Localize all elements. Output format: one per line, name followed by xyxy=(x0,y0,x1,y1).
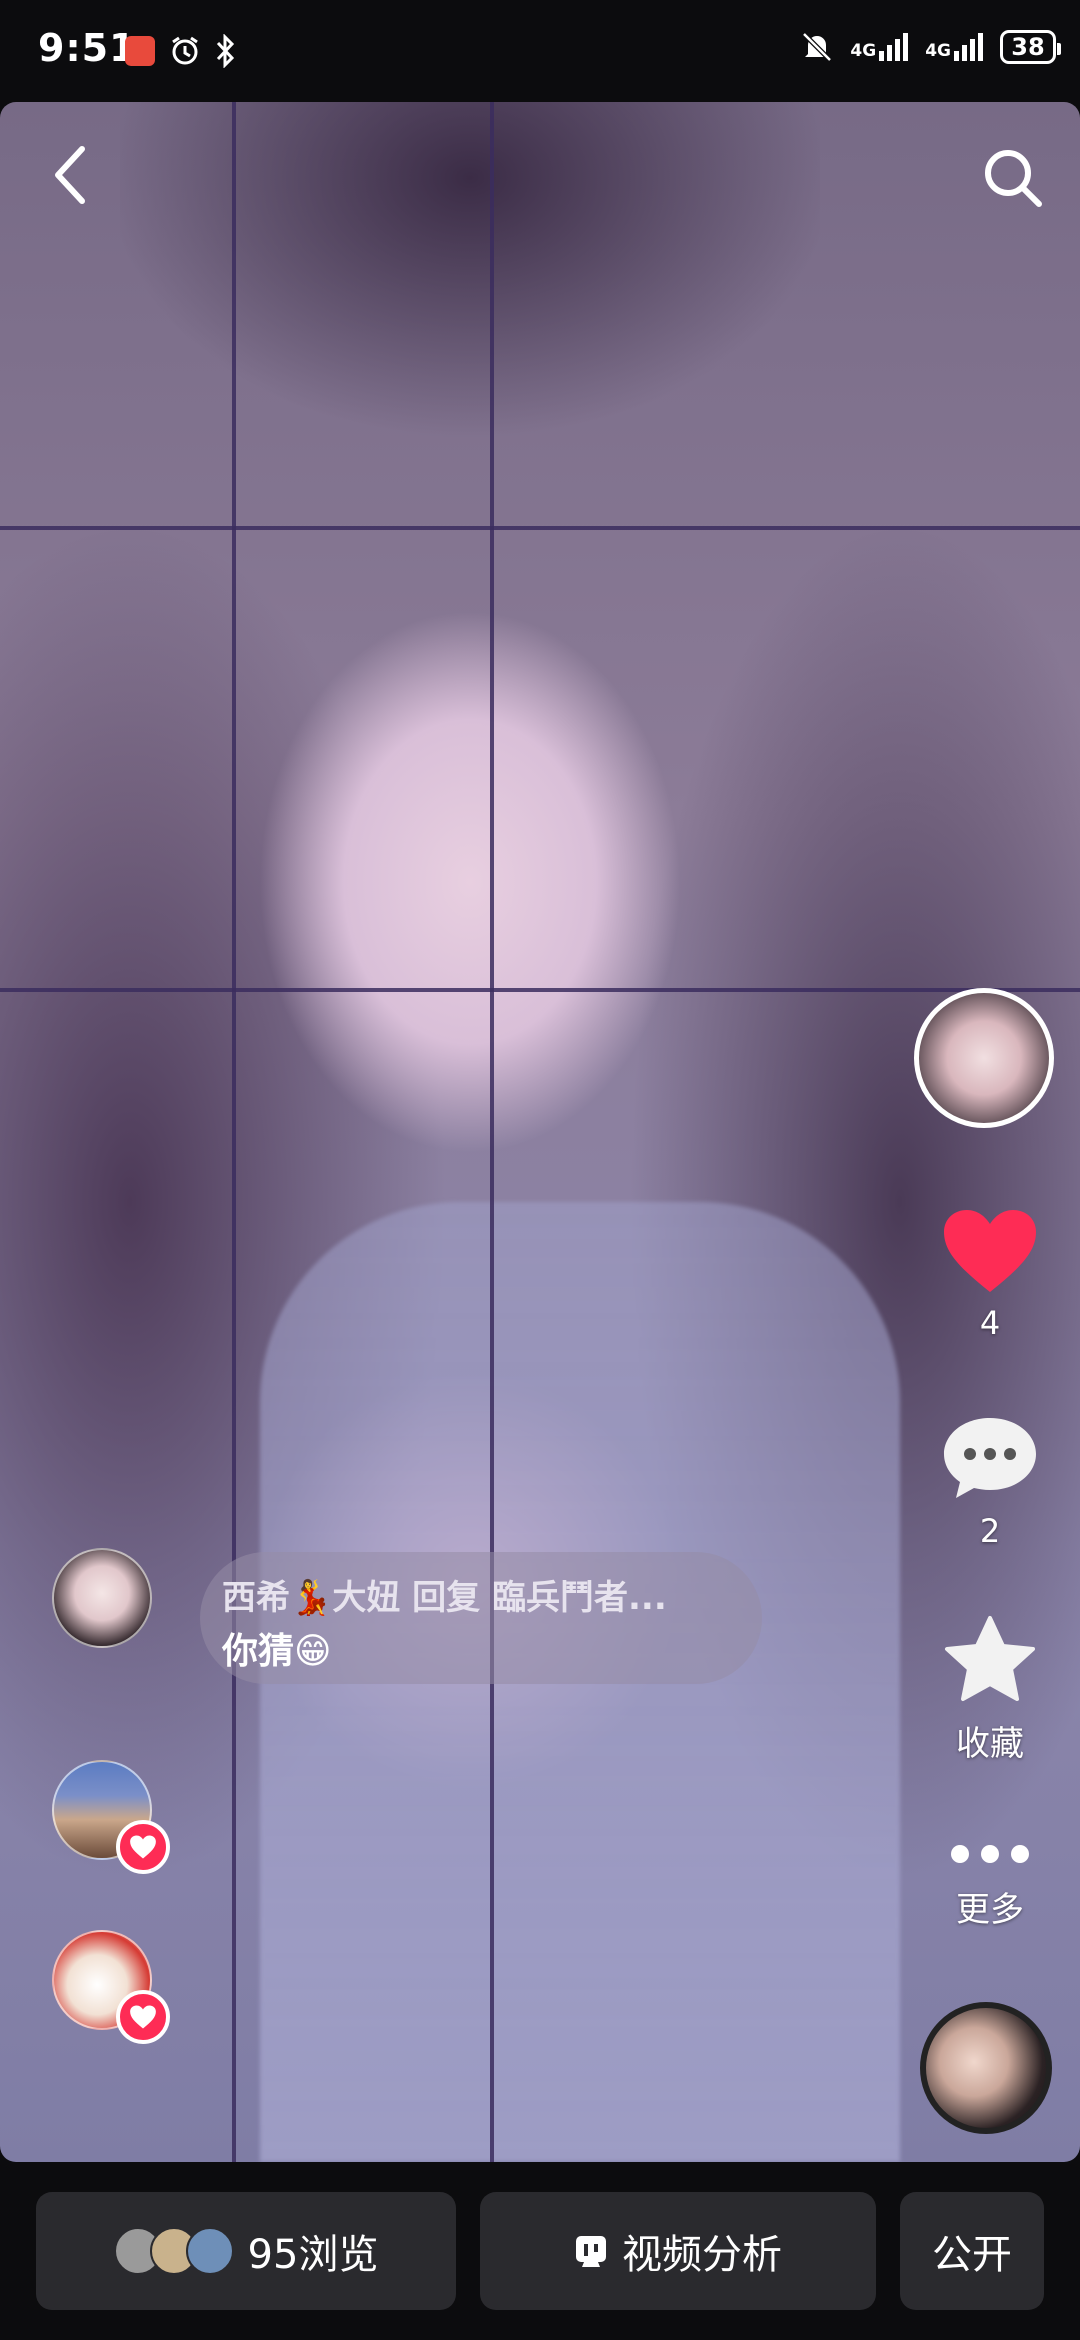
like-badge xyxy=(116,1990,170,2044)
status-bar: 9:51 4G 4G 38 xyxy=(0,0,1080,100)
alarm-icon xyxy=(172,36,198,65)
more-label: 更多 xyxy=(956,1890,1024,1930)
grid-line xyxy=(0,526,1080,530)
more-icon xyxy=(951,1845,1029,1863)
chevron-left-icon xyxy=(55,146,85,204)
analytics-icon xyxy=(576,2236,606,2267)
grid-line xyxy=(232,102,236,2162)
bluetooth-icon xyxy=(216,34,235,68)
video-frame-shading xyxy=(120,102,820,482)
music-disc[interactable] xyxy=(920,2002,1052,2134)
mute-bell-icon xyxy=(802,32,833,62)
heart-icon xyxy=(944,1210,1036,1292)
viewer-avatar xyxy=(185,2227,234,2275)
like-button[interactable]: 4 xyxy=(930,1206,1050,1342)
network-type-1: 4G xyxy=(850,41,877,61)
signal-1-icon: 4G xyxy=(850,33,909,61)
comment-count: 2 xyxy=(979,1512,1001,1550)
star-icon xyxy=(945,1616,1035,1701)
commenter-avatar[interactable] xyxy=(52,1548,152,1648)
bottom-bar: 95浏览 视频分析 公开 xyxy=(0,2170,1080,2340)
visibility-label: 公开 xyxy=(932,2232,1012,2278)
comment-icon xyxy=(944,1418,1036,1498)
like-badge xyxy=(116,1820,170,1874)
more-button[interactable]: 更多 xyxy=(930,1834,1050,1931)
video-analysis-label: 视频分析 xyxy=(622,2232,782,2278)
video-analysis-button[interactable]: 视频分析 xyxy=(480,2192,876,2310)
viewer-avatars xyxy=(113,2227,234,2275)
status-time: 9:51 xyxy=(38,26,137,70)
views-label: 95浏览 xyxy=(247,2232,379,2278)
grid-line xyxy=(0,988,1080,992)
views-button[interactable]: 95浏览 xyxy=(36,2192,456,2310)
signal-2-icon: 4G xyxy=(925,33,984,61)
comment-author: 西希💃大妞 回复 臨兵鬥者... xyxy=(222,1578,667,1618)
search-icon xyxy=(984,149,1042,207)
author-avatar[interactable] xyxy=(914,988,1054,1128)
comment-text: 你猜😁 xyxy=(222,1631,332,1672)
network-type-2: 4G xyxy=(925,41,951,61)
heart-icon xyxy=(130,1835,156,1859)
status-icons-left xyxy=(125,34,237,68)
notification-app-icon xyxy=(125,36,155,66)
favorite-button[interactable]: 收藏 xyxy=(930,1614,1050,1765)
grid-line xyxy=(490,102,494,2162)
heart-icon xyxy=(130,2005,156,2029)
comment-button[interactable]: 2 xyxy=(930,1412,1050,1550)
battery-indicator: 38 xyxy=(1000,30,1061,64)
search-button[interactable] xyxy=(975,140,1050,215)
visibility-button[interactable]: 公开 xyxy=(900,2192,1044,2310)
video-player[interactable]: 4 2 收藏 更多 西希💃大妞 回复 臨兵鬥者... 你猜😁 xyxy=(0,102,1080,2162)
favorite-label: 收藏 xyxy=(956,1724,1024,1764)
comment-bubble[interactable]: 西希💃大妞 回复 臨兵鬥者... 你猜😁 xyxy=(200,1552,762,1684)
back-button[interactable] xyxy=(40,140,100,210)
status-icons-right: 4G 4G 38 xyxy=(800,30,1061,64)
like-count: 4 xyxy=(979,1304,1001,1342)
